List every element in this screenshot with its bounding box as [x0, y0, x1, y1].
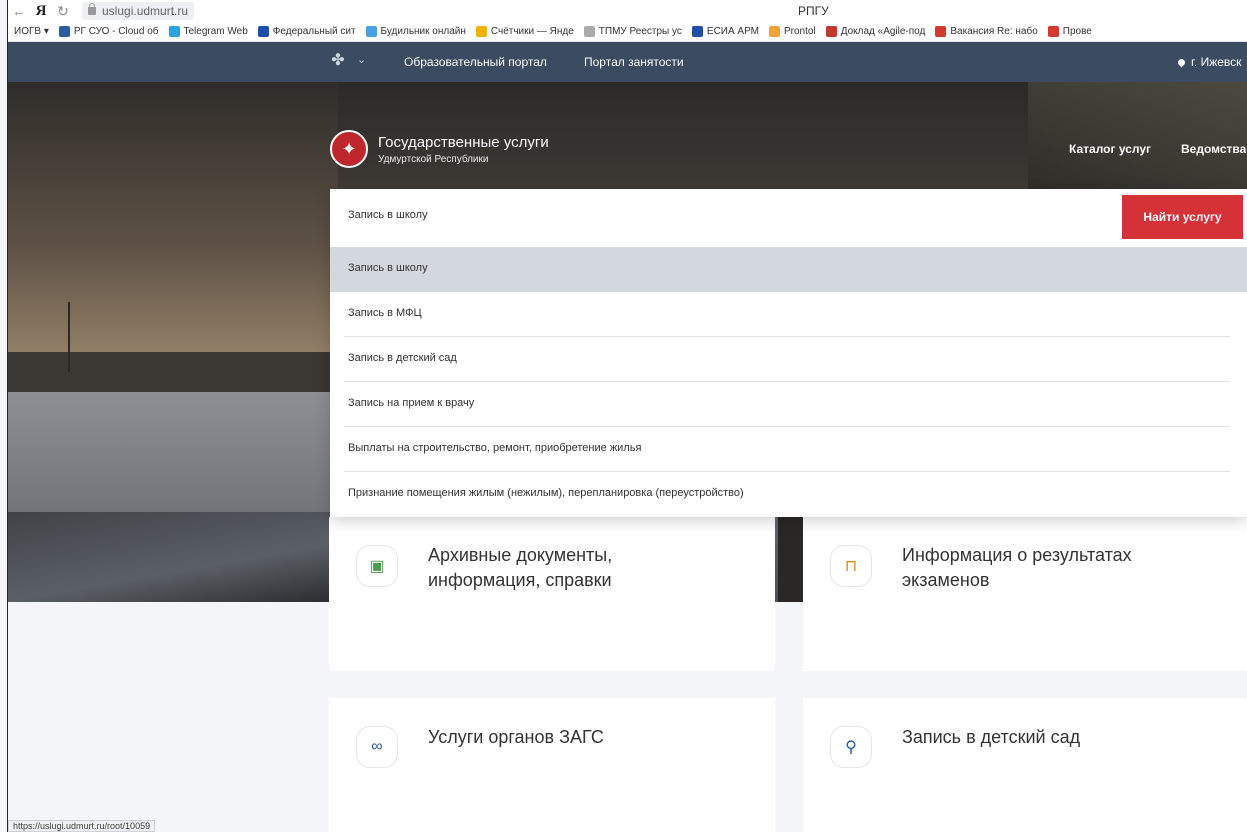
- bookmarks-bar: ИОГВ ▾ РГ СУО - Cloud об Telegram Web Федер…: [8, 22, 1247, 42]
- browser-toolbar: ← Я ↻ uslugi.udmurt.ru РПГУ: [8, 0, 1247, 22]
- service-card-zags[interactable]: ∞ Услуги органов ЗАГС: [329, 698, 775, 832]
- bookmark-favicon-icon: [257, 26, 269, 37]
- rings-icon: ∞: [356, 726, 398, 768]
- service-card-exams[interactable]: ⊓ Информация о результатах экзаменов: [803, 517, 1247, 671]
- bookmark-favicon-icon: [691, 26, 703, 37]
- bookmark-label: ЕСИА АРМ: [706, 26, 759, 37]
- stroller-icon: ⚲: [830, 726, 872, 768]
- card-title-line: экзаменов: [902, 570, 990, 590]
- emblem-icon[interactable]: ✤: [329, 52, 347, 70]
- reload-icon[interactable]: ↻: [52, 3, 74, 20]
- suggestion-item[interactable]: Запись в детский сад: [330, 337, 1247, 382]
- bookmark-item[interactable]: Прове: [1047, 26, 1092, 37]
- card-title-line: информация, справки: [428, 570, 612, 590]
- bookmark-label: Вакансия Re: набо: [950, 26, 1038, 37]
- site-top-nav: ✤ ⌄ Образовательный портал Портал занято…: [8, 42, 1247, 82]
- back-icon[interactable]: ←: [8, 3, 30, 19]
- brand-subtitle: Удмуртской Республики: [378, 153, 489, 165]
- bookmark-item[interactable]: Доклад «Agile-под: [825, 26, 926, 37]
- card-title: Услуги органов ЗАГС: [428, 727, 604, 747]
- card-title: Архивные документы, информация, справки: [428, 543, 612, 593]
- suggestion-list: Запись в школу Запись в МФЦ Запись в детск…: [330, 247, 1247, 517]
- suggestion-item[interactable]: Выплаты на строительство, ремонт, приобр…: [330, 427, 1247, 472]
- address-text[interactable]: uslugi.udmurt.ru: [102, 4, 188, 18]
- bookmark-label: Будильник онлайн: [380, 26, 466, 37]
- bookmark-favicon-icon: [935, 26, 947, 37]
- bookmark-item[interactable]: Будильник онлайн: [365, 26, 466, 37]
- address-bar[interactable]: uslugi.udmurt.ru: [82, 2, 195, 20]
- bookmark-item[interactable]: Prontol: [769, 26, 816, 37]
- search-input[interactable]: [348, 209, 1108, 221]
- bookmark-label: Счётчики — Янде: [490, 26, 574, 37]
- search-panel: Найти услугу Запись в школуЗапись в МФЦЗ…: [330, 189, 1247, 517]
- city-selector[interactable]: г. Ижевск: [1176, 55, 1242, 69]
- find-service-button[interactable]: Найти услугу: [1122, 195, 1243, 239]
- bookmark-favicon-icon: [1047, 26, 1059, 37]
- bookmark-favicon-icon: [475, 26, 487, 37]
- bookmark-item[interactable]: Telegram Web: [168, 26, 248, 37]
- bookmark-item[interactable]: Вакансия Re: набо: [935, 26, 1038, 37]
- lock-icon: [88, 3, 96, 15]
- brand-title: Государственные услуги: [378, 133, 549, 151]
- suggestion-label: Запись в МФЦ: [348, 307, 422, 319]
- bookmark-item[interactable]: РГ СУО - Cloud об: [58, 26, 159, 37]
- bookmark-favicon-icon: [365, 26, 377, 37]
- book-icon: ⊓: [830, 545, 872, 587]
- coat-of-arms-icon: ✦: [330, 130, 368, 168]
- hero-photo-embankment: [8, 512, 338, 602]
- bookmark-item[interactable]: Федеральный сит: [257, 26, 356, 37]
- service-card-kindergarten[interactable]: ⚲ Запись в детский сад: [803, 698, 1247, 832]
- bookmark-label: Федеральный сит: [272, 26, 356, 37]
- chevron-down-icon[interactable]: ⌄: [357, 53, 366, 66]
- hero-photo-city: [8, 352, 338, 392]
- suggestion-label: Запись в детский сад: [348, 352, 457, 364]
- service-card-archive[interactable]: ▣ Архивные документы, информация, справк…: [329, 517, 775, 671]
- employment-portal-link[interactable]: Портал занятости: [584, 55, 684, 69]
- window-frame: [7, 0, 8, 832]
- bookmark-favicon-icon: [168, 26, 180, 37]
- hero-photo-water: [8, 392, 338, 532]
- site-brand[interactable]: ✦ Государственные услуги Удмуртской Респ…: [330, 130, 549, 168]
- bookmark-item[interactable]: Счётчики — Янде: [475, 26, 574, 37]
- hero-photo-trees: [1028, 82, 1247, 192]
- yandex-logo-icon[interactable]: Я: [30, 3, 52, 20]
- bookmark-label: Prontol: [784, 26, 816, 37]
- bookmark-label: Доклад «Agile-под: [840, 26, 926, 37]
- bookmark-label: Прове: [1062, 26, 1092, 37]
- suggestion-item[interactable]: Запись на прием к врачу: [330, 382, 1247, 427]
- card-title-line: Информация о результатах: [902, 545, 1132, 565]
- bookmark-item[interactable]: ТПМУ Реестры ус: [583, 26, 682, 37]
- bookmark-item[interactable]: ИОГВ ▾: [14, 26, 49, 37]
- suggestion-label: Запись на прием к врачу: [348, 397, 475, 409]
- hero-photo-sky: [8, 82, 338, 382]
- tab-title: РПГУ: [798, 4, 829, 18]
- suggestion-item[interactable]: Запись в МФЦ: [330, 292, 1247, 337]
- card-title: Информация о результатах экзаменов: [902, 543, 1132, 593]
- suggestion-label: Выплаты на строительство, ремонт, приобр…: [348, 442, 642, 454]
- education-portal-link[interactable]: Образовательный портал: [404, 55, 547, 69]
- suggestion-item[interactable]: Признание помещения жилым (нежилым), пер…: [330, 472, 1247, 517]
- card-title: Запись в детский сад: [902, 727, 1081, 747]
- bookmark-label: ТПМУ Реестры ус: [598, 26, 682, 37]
- catalog-link[interactable]: Каталог услуг: [1069, 142, 1151, 156]
- city-label: г. Ижевск: [1191, 55, 1242, 69]
- location-pin-icon: [1176, 57, 1187, 68]
- bookmark-label: Telegram Web: [183, 26, 248, 37]
- suggestion-label: Запись в школу: [348, 262, 428, 274]
- bookmark-favicon-icon: [58, 26, 70, 37]
- bookmark-favicon-icon: [825, 26, 837, 37]
- bookmark-favicon-icon: [769, 26, 780, 37]
- card-title-line: Архивные документы,: [428, 545, 613, 565]
- suggestion-item[interactable]: Запись в школу: [330, 247, 1247, 292]
- hero-photo-tower: [68, 302, 70, 372]
- bookmark-favicon-icon: [583, 26, 595, 37]
- suggestion-label: Признание помещения жилым (нежилым), пер…: [348, 487, 744, 499]
- departments-link[interactable]: Ведомства: [1181, 142, 1246, 156]
- bookmark-item[interactable]: ЕСИА АРМ: [691, 26, 759, 37]
- bookmark-label: ИОГВ ▾: [14, 26, 49, 37]
- briefcase-icon: ▣: [356, 545, 398, 587]
- status-bar-url: https://uslugi.udmurt.ru/root/10059: [8, 820, 156, 832]
- bookmark-label: РГ СУО - Cloud об: [73, 26, 159, 37]
